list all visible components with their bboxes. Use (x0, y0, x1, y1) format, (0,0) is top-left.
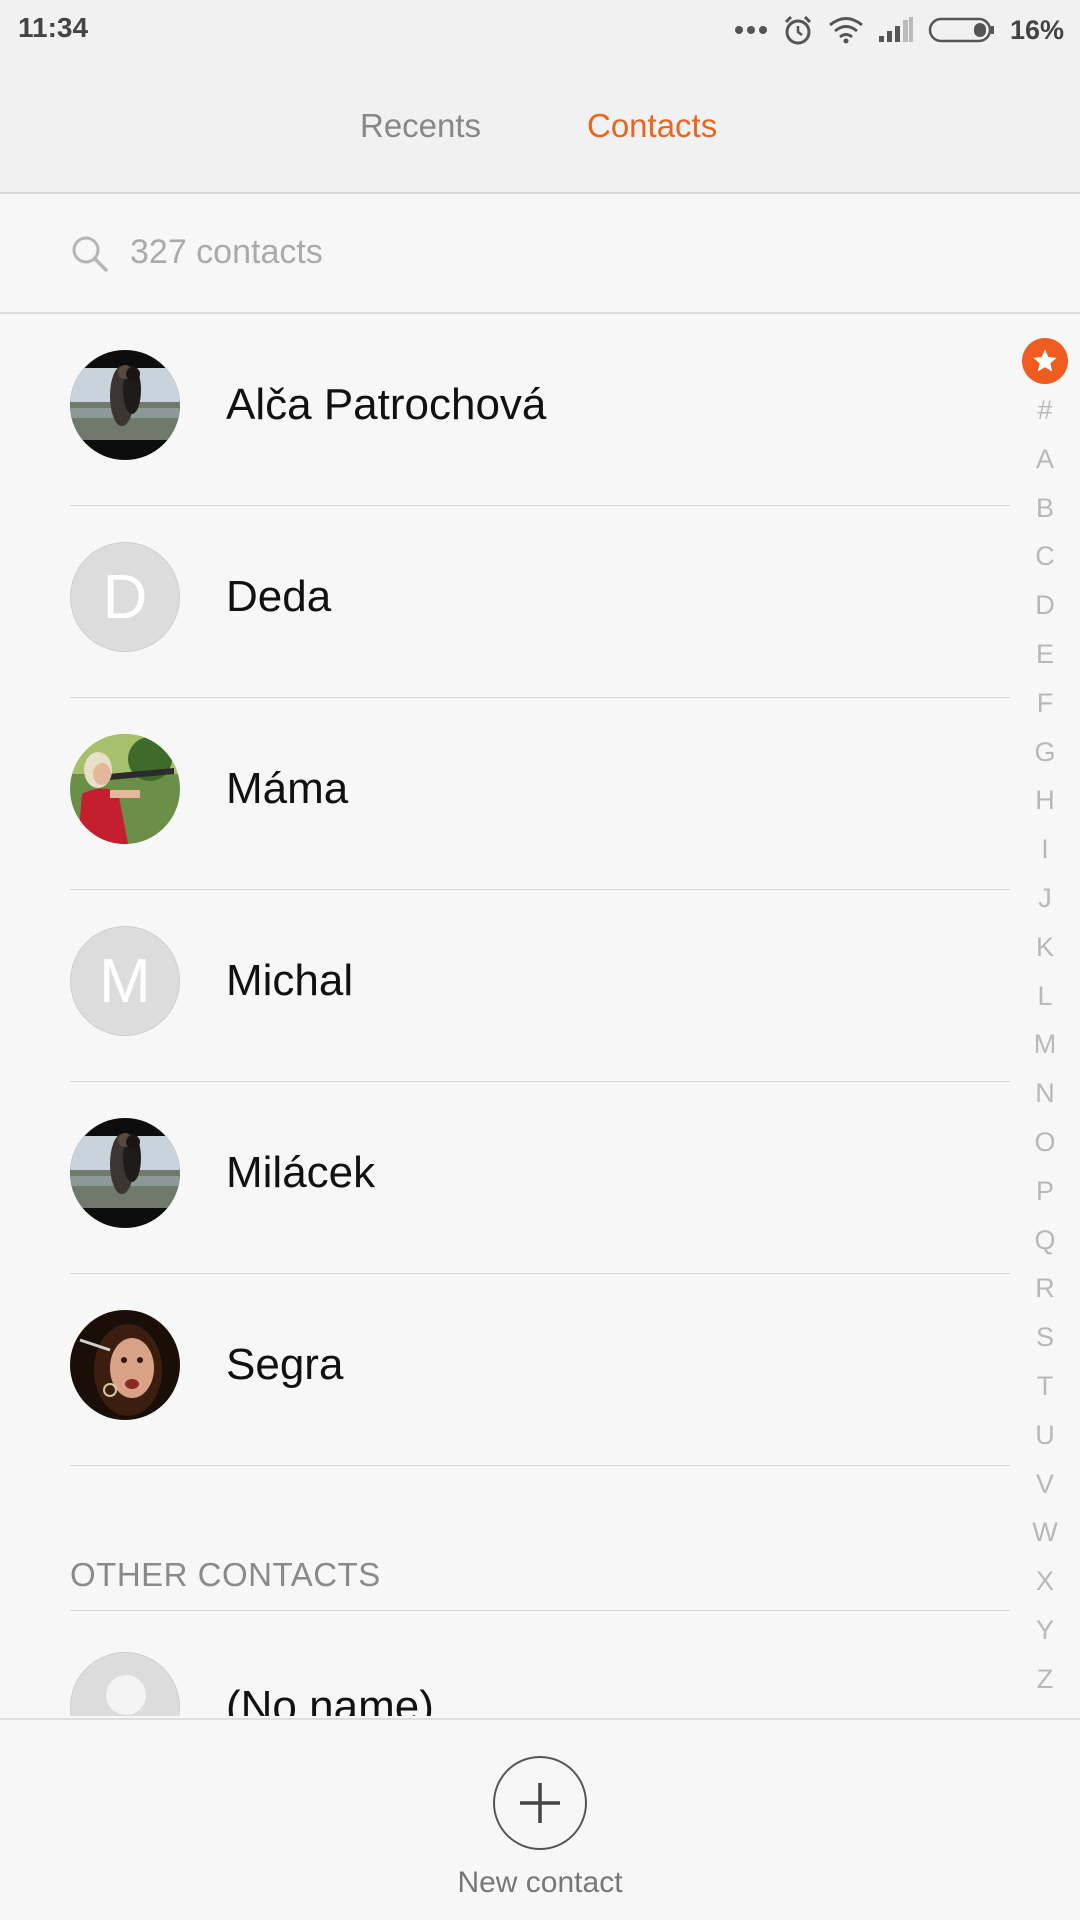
section-divider (70, 1610, 1010, 1611)
more-dots-icon (734, 25, 768, 35)
avatar-photo-woman (70, 734, 180, 844)
search-input[interactable] (130, 226, 930, 278)
index-letter[interactable]: J (1022, 874, 1068, 923)
contact-name: Milácek (226, 1148, 376, 1197)
alarm-icon (782, 14, 814, 46)
avatar-photo-woman-dark (70, 1310, 180, 1420)
index-letter[interactable]: Z (1022, 1655, 1068, 1704)
new-contact-label: New contact (457, 1866, 623, 1899)
wifi-icon (828, 16, 864, 44)
favorites-star-icon[interactable] (1022, 338, 1068, 384)
tab-contacts[interactable]: Contacts (587, 107, 717, 145)
index-letter[interactable]: F (1022, 679, 1068, 728)
search-icon (70, 234, 110, 279)
index-letter[interactable]: C (1022, 532, 1068, 581)
index-letter[interactable]: G (1022, 728, 1068, 777)
index-letter[interactable]: U (1022, 1411, 1068, 1460)
contact-row-alca[interactable]: Alča Patrochová (0, 314, 1010, 506)
contact-name: Deda (226, 572, 332, 621)
avatar-photo-couple (70, 1118, 180, 1228)
section-header-other: OTHER CONTACTS (70, 1556, 381, 1593)
index-letter[interactable]: L (1022, 972, 1068, 1021)
row-divider (70, 1465, 1010, 1466)
battery-icon (928, 16, 996, 44)
contact-row-segra[interactable]: Segra (0, 1274, 1010, 1466)
avatar-letter: D (70, 542, 180, 652)
contact-name: Segra (226, 1340, 344, 1389)
index-letter[interactable]: I (1022, 825, 1068, 874)
index-letter[interactable]: N (1022, 1069, 1068, 1118)
avatar-photo-couple (70, 350, 180, 460)
tab-bar: Recents Contacts (0, 62, 1080, 194)
index-letter[interactable]: B (1022, 484, 1068, 533)
contact-name: (No name) (226, 1682, 434, 1716)
contact-list: Alča Patrochová D Deda Máma M Michal Mil… (0, 314, 1010, 1466)
contact-row-deda[interactable]: D Deda (0, 506, 1010, 698)
index-letter[interactable]: P (1022, 1167, 1068, 1216)
alphabet-index[interactable]: # A B C D E F G H I J K L M N O P Q R S … (1022, 338, 1068, 1704)
index-letter[interactable]: X (1022, 1557, 1068, 1606)
default-person-icon (70, 1652, 180, 1716)
index-letter[interactable]: K (1022, 923, 1068, 972)
contact-name: Michal (226, 956, 354, 1005)
index-letter[interactable]: H (1022, 776, 1068, 825)
contact-row-milacek[interactable]: Milácek (0, 1082, 1010, 1274)
contact-name: Alča Patrochová (226, 380, 547, 429)
index-letter[interactable]: # (1022, 386, 1068, 435)
index-letter[interactable]: V (1022, 1460, 1068, 1509)
contact-row-mama[interactable]: Máma (0, 698, 1010, 890)
status-bar: 11:34 16% (0, 0, 1080, 62)
index-letter[interactable]: Y (1022, 1606, 1068, 1655)
index-letter[interactable]: A (1022, 435, 1068, 484)
index-letter[interactable]: Q (1022, 1216, 1068, 1265)
contact-row-noname[interactable]: (No name) (0, 1612, 1010, 1716)
index-letter[interactable]: T (1022, 1362, 1068, 1411)
signal-icon (878, 17, 914, 43)
index-letter[interactable]: O (1022, 1118, 1068, 1167)
index-letter[interactable]: R (1022, 1264, 1068, 1313)
search-bar (0, 196, 1080, 314)
index-letter[interactable]: E (1022, 630, 1068, 679)
bottom-bar: New contact (0, 1718, 1080, 1920)
status-time: 11:34 (18, 12, 89, 43)
contact-name: Máma (226, 764, 349, 813)
plus-icon (520, 1783, 560, 1823)
new-contact-button[interactable] (493, 1756, 587, 1850)
index-letter[interactable]: D (1022, 581, 1068, 630)
index-letter[interactable]: S (1022, 1313, 1068, 1362)
avatar-letter: M (70, 926, 180, 1036)
status-icons: 16% (734, 10, 1064, 50)
tab-recents[interactable]: Recents (360, 107, 481, 145)
index-letter[interactable]: M (1022, 1020, 1068, 1069)
contact-row-michal[interactable]: M Michal (0, 890, 1010, 1082)
index-letter[interactable]: W (1022, 1508, 1068, 1557)
battery-percent: 16% (1009, 14, 1064, 45)
